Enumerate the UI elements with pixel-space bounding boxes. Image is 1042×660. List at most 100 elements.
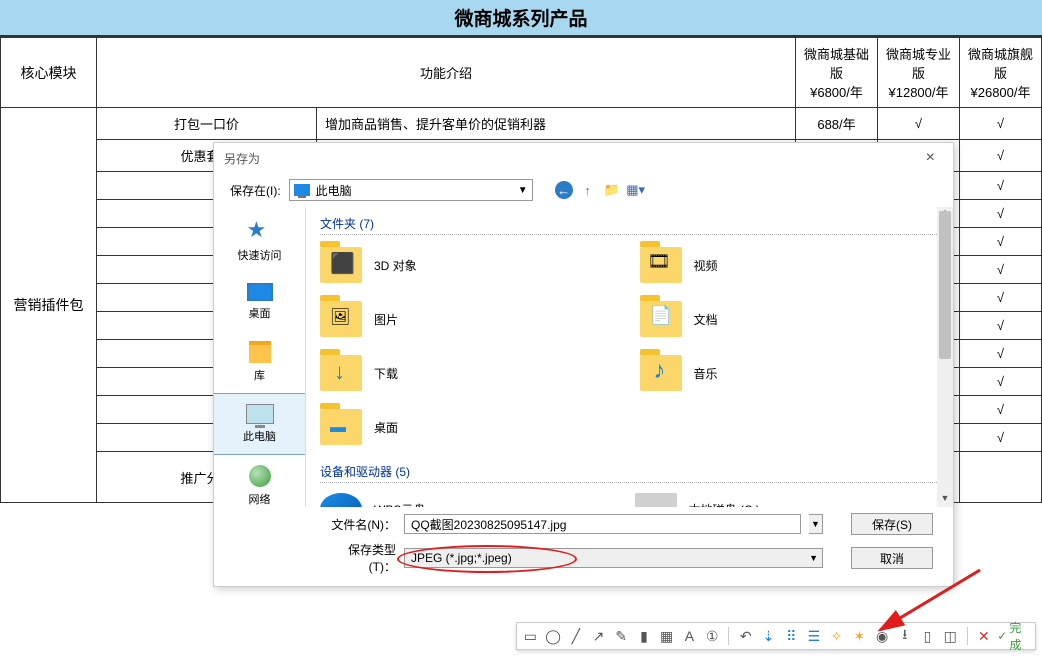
location-select[interactable]: 此电脑 ▼ [289, 179, 533, 201]
folder-label: 桌面 [374, 419, 398, 436]
cell-ult: √ [960, 368, 1042, 396]
filetype-label: 保存类型(T)： [324, 541, 396, 575]
folder-music[interactable]: 音乐 [640, 355, 940, 391]
ellipse-tool-icon[interactable]: ◯ [544, 626, 563, 646]
new-folder-icon[interactable]: 📁 [603, 181, 621, 199]
file-list-area: 文件夹 (7) 3D 对象 视频 图片 文档 下载 音乐 桌面 设备和驱动器 (… [306, 207, 953, 507]
view-icon[interactable]: ▦▾ [627, 181, 645, 199]
folder-icon [320, 409, 362, 445]
save-button[interactable]: 保存(S) [851, 513, 933, 535]
location-value: 此电脑 [316, 182, 352, 199]
record-tool-icon[interactable]: ◉ [873, 626, 892, 646]
sidebar-item-network[interactable]: 网络 [214, 455, 305, 517]
sidebar-item-thispc[interactable]: 此电脑 [214, 393, 305, 455]
chevron-down-icon: ▼ [809, 553, 818, 563]
col-feature: 功能介绍 [97, 38, 796, 108]
feature-desc: 增加商品销售、提升客单价的促销利器 [317, 108, 796, 140]
number-tool-icon[interactable]: ① [703, 626, 722, 646]
thispc-icon [294, 184, 310, 196]
sidebar-item-lib[interactable]: 库 [214, 331, 305, 393]
annotation-toolbar: ▭ ◯ ╱ ↗ ✎ ▮ ▦ A ① ↶ ⇣ ⠿ ☰ ✧ ✶ ◉ ⭳ ▯ ◫ ✕ … [516, 622, 1036, 650]
done-button[interactable]: ✓完成 [997, 619, 1031, 653]
drive-label: WPS云盘 [374, 501, 425, 508]
pin-tool-icon[interactable]: ◫ [941, 626, 960, 646]
filename-dropdown-icon[interactable]: ▼ [809, 514, 823, 534]
phone-tool-icon[interactable]: ▯ [918, 626, 937, 646]
rectangle-tool-icon[interactable]: ▭ [521, 626, 540, 646]
ocr-tool-icon[interactable]: ☰ [805, 626, 824, 646]
feature-name: 打包一口价 [97, 108, 317, 140]
filename-label: 文件名(N)： [324, 516, 396, 533]
separator [967, 627, 968, 645]
edit-tool-icon[interactable]: ✶ [850, 626, 869, 646]
folder-icon [320, 247, 362, 283]
sidebar-item-label: 网络 [249, 491, 271, 507]
folder-3dobjects[interactable]: 3D 对象 [320, 247, 620, 283]
folder-pictures[interactable]: 图片 [320, 301, 620, 337]
module-cell: 营销插件包 [1, 108, 97, 503]
cell-pro: √ [878, 108, 960, 140]
translate-tool-icon[interactable]: ⠿ [782, 626, 801, 646]
sidebar-item-desktop[interactable]: 桌面 [214, 273, 305, 331]
mosaic-tool-icon[interactable]: ▦ [657, 626, 676, 646]
folder-videos[interactable]: 视频 [640, 247, 940, 283]
marker-tool-icon[interactable]: ▮ [635, 626, 654, 646]
cancel-tool-icon[interactable]: ✕ [975, 626, 994, 646]
text-tool-icon[interactable]: A [680, 626, 699, 646]
dialog-title-text: 另存为 [224, 150, 260, 167]
folder-icon [640, 355, 682, 391]
cell-ult: √ [960, 396, 1042, 424]
col-ult: 微商城旗舰版 ¥26800/年 [960, 38, 1042, 108]
cell-ult [960, 452, 1042, 503]
folder-icon [320, 301, 362, 337]
folder-label: 视频 [694, 257, 718, 274]
sidebar-item-label: 桌面 [249, 305, 271, 321]
folder-documents[interactable]: 文档 [640, 301, 940, 337]
drive-c[interactable]: 本地磁盘 (C:) [635, 493, 940, 507]
drive-wps[interactable]: WPS云盘 [320, 493, 625, 507]
page-title: 微商城系列产品 [0, 0, 1042, 37]
folder-label: 下载 [374, 365, 398, 382]
folder-icon [640, 247, 682, 283]
cell-ult: √ [960, 424, 1042, 452]
sidebar-item-label: 快速访问 [238, 247, 282, 263]
folder-desktop[interactable]: 桌面 [320, 409, 620, 445]
thispc-icon [246, 404, 274, 424]
brush-tool-icon[interactable]: ✎ [612, 626, 631, 646]
up-icon[interactable]: ↑ [579, 181, 597, 199]
separator [728, 627, 729, 645]
folder-label: 文档 [694, 311, 718, 328]
group-folders-header[interactable]: 文件夹 (7) [320, 215, 939, 235]
cell-ult: √ [960, 256, 1042, 284]
arrow-tool-icon[interactable]: ↗ [589, 626, 608, 646]
cell-basic: 688/年 [796, 108, 878, 140]
scrollbar[interactable]: ▲ ▼ [937, 207, 953, 507]
scroll-thumb[interactable] [939, 211, 951, 359]
save-in-label: 保存在(I): [230, 182, 281, 199]
folder-downloads[interactable]: 下载 [320, 355, 620, 391]
check-icon: ✓ [997, 629, 1007, 643]
sidebar-item-quick[interactable]: ★快速访问 [214, 207, 305, 273]
download-tool-icon[interactable]: ⭳ [895, 626, 914, 646]
cell-ult: √ [960, 172, 1042, 200]
cell-ult: √ [960, 108, 1042, 140]
col-basic: 微商城基础版 ¥6800/年 [796, 38, 878, 108]
line-tool-icon[interactable]: ╱ [566, 626, 585, 646]
filename-input[interactable] [404, 514, 801, 534]
group-drives-header[interactable]: 设备和驱动器 (5) [320, 463, 939, 483]
longscreenshot-tool-icon[interactable]: ⇣ [759, 626, 778, 646]
folder-icon [640, 301, 682, 337]
cell-ult: √ [960, 140, 1042, 172]
cell-ult: √ [960, 228, 1042, 256]
filetype-select[interactable]: JPEG (*.jpg;*.jpeg) ▼ [404, 548, 823, 568]
wps-icon [320, 493, 362, 507]
undo-tool-icon[interactable]: ↶ [736, 626, 755, 646]
done-label: 完成 [1009, 619, 1031, 653]
crop-tool-icon[interactable]: ✧ [827, 626, 846, 646]
close-icon[interactable]: × [918, 149, 943, 167]
back-icon[interactable]: ← [555, 181, 573, 199]
cell-ult: √ [960, 312, 1042, 340]
chevron-down-icon: ▼ [518, 185, 528, 196]
cancel-button[interactable]: 取消 [851, 547, 933, 569]
scroll-down-icon[interactable]: ▼ [937, 493, 953, 507]
